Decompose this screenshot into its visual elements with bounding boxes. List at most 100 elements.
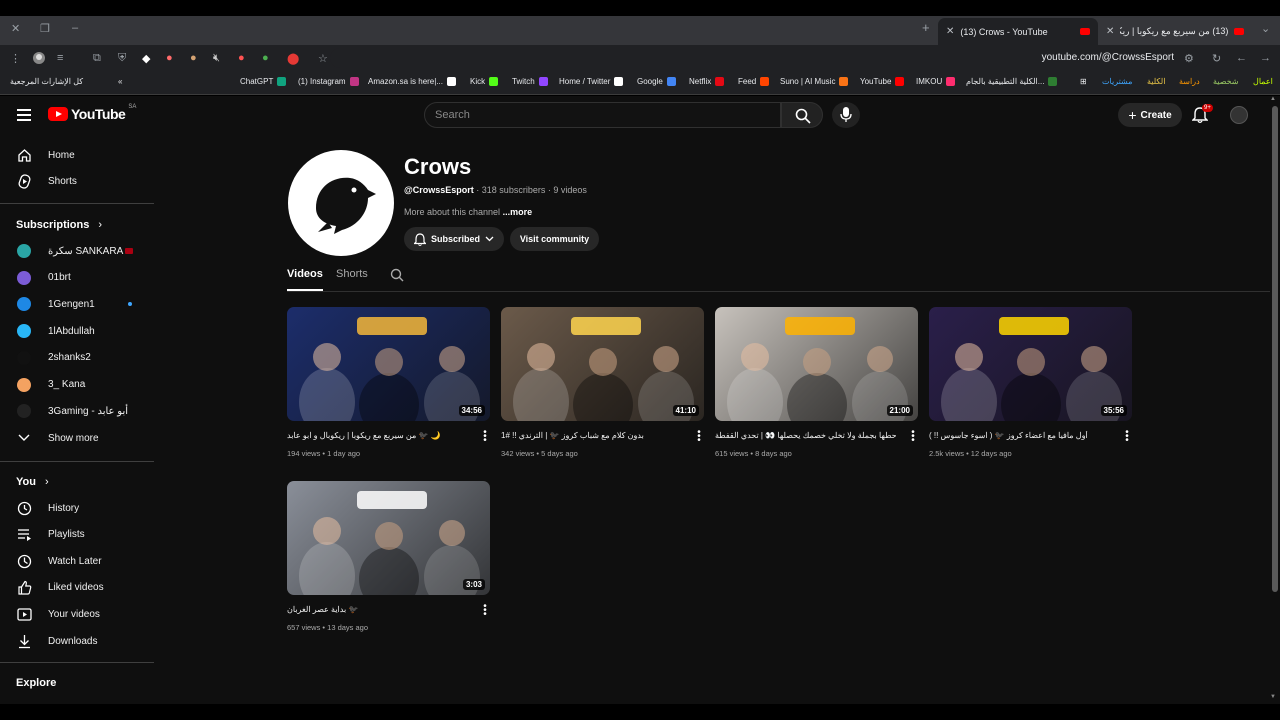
bookmark-item[interactable]: ChatGPT	[240, 77, 287, 86]
channel-about[interactable]: More about this channel ...more	[404, 207, 532, 217]
search-input[interactable]	[435, 109, 765, 121]
apps-grid-icon[interactable]: ⊞	[1080, 77, 1087, 86]
cookie-extension-icon[interactable]: ●	[190, 52, 197, 64]
video-title[interactable]: حطها بجملة ولا تخلي خصمك يحصلها 👀 | تحدي…	[715, 431, 905, 440]
bookmark-item[interactable]: الكلية التطبيقية بالجام...	[966, 77, 1058, 86]
bookmark-item[interactable]: YouTube	[860, 77, 905, 86]
channel-search-button[interactable]	[390, 268, 404, 287]
sidebar-item-watch-later[interactable]: Watch Later	[0, 548, 154, 574]
bookmark-item[interactable]: Home / Twitter	[559, 77, 624, 86]
youtube-logo[interactable]: YouTube SA	[48, 104, 136, 122]
ublock-extension-icon[interactable]: ⬤	[287, 52, 299, 65]
video-card[interactable]: 41:10 بدون كلام مع شباب كروز 🐦‍⬛ | الترند…	[501, 307, 704, 467]
restore-window-icon[interactable]: ❐	[40, 22, 50, 35]
video-thumbnail[interactable]: 34:56	[287, 307, 490, 421]
bookmark-item[interactable]: IMKOU	[916, 77, 956, 86]
close-tab-icon[interactable]: ✕	[1106, 26, 1114, 37]
scroll-down-icon[interactable]: ▼	[1270, 694, 1276, 700]
bookmark-item[interactable]: الكلية	[1147, 77, 1165, 86]
video-title[interactable]: بدون كلام مع شباب كروز 🐦‍⬛ | الترندي !! …	[501, 431, 691, 440]
video-title[interactable]: أول مافيا مع اعضاء كروز 🐦‍⬛ ( اسوء جاسوس…	[929, 431, 1119, 440]
more-actions-icon[interactable]: • • •	[482, 428, 488, 446]
bookmarks-overflow-icon[interactable]: «	[118, 77, 122, 86]
video-card[interactable]: 3:03 بداية عصر الغربان 🐦‍⬛ 657 views • 13 …	[287, 481, 490, 641]
subscription-item[interactable]: سكرة SANKARA	[0, 238, 154, 264]
tab-shorts[interactable]: Shorts	[336, 268, 368, 291]
sidebar-item-home[interactable]: Home	[0, 142, 154, 168]
tab-search-icon[interactable]: ⌄	[1261, 22, 1270, 35]
new-tab-icon[interactable]: +	[922, 20, 930, 35]
video-card[interactable]: 35:56 أول مافيا مع اعضاء كروز 🐦‍⬛ ( اسوء …	[929, 307, 1132, 467]
subscription-item[interactable]: 3Gaming - أبو عابد	[0, 398, 154, 424]
guide-menu-icon[interactable]	[17, 109, 31, 124]
close-tab-icon[interactable]: ✕	[946, 26, 954, 37]
create-button[interactable]: + Create	[1118, 103, 1182, 127]
extensions-icon[interactable]: ⧉	[93, 52, 101, 65]
red-extension-icon[interactable]: ●	[166, 52, 173, 64]
profile-icon[interactable]	[33, 52, 45, 67]
tab-videos[interactable]: Videos	[287, 268, 323, 291]
close-window-icon[interactable]: ✕	[11, 22, 20, 35]
playlist-extension-icon[interactable]: ≡	[57, 52, 63, 64]
account-avatar[interactable]	[1230, 106, 1248, 124]
bookmark-item[interactable]: (1) Instagram	[298, 77, 359, 86]
bookmark-item[interactable]: Suno | AI Music	[780, 77, 849, 86]
bookmark-star-icon[interactable]: ☆	[318, 52, 328, 65]
tab-rikoba[interactable]: ✕ (13) من سيربع مع ريكوبا | ريكوبا	[1098, 18, 1256, 45]
sidebar-item-history[interactable]: History	[0, 495, 154, 521]
subscription-item[interactable]: 2shanks2	[0, 345, 154, 371]
subscription-item[interactable]: 1Gengen1	[0, 291, 154, 317]
bookmark-item[interactable]: Netflix	[689, 77, 725, 86]
sidebar-item-downloads[interactable]: Downloads	[0, 628, 154, 654]
more-link[interactable]: ...more	[503, 207, 533, 217]
video-title[interactable]: من سيربع مع ريكوبا | ريكوبال و ابو عابد …	[287, 431, 477, 440]
sidebar-item-playlists[interactable]: Playlists	[0, 522, 154, 548]
voice-search-button[interactable]	[832, 102, 860, 128]
bookmark-item[interactable]: مشتريات	[1102, 77, 1132, 86]
address-bar[interactable]: youtube.com/@CrowssEsport	[330, 48, 1200, 68]
subscription-item[interactable]: 01brt	[0, 265, 154, 291]
subscribed-button[interactable]: Subscribed	[404, 227, 504, 251]
video-thumbnail[interactable]: 35:56	[929, 307, 1132, 421]
back-icon[interactable]: →	[1260, 52, 1271, 64]
video-card[interactable]: 21:00 حطها بجملة ولا تخلي خصمك يحصلها 👀 |…	[715, 307, 918, 467]
subscriptions-heading[interactable]: Subscriptions ›	[16, 219, 102, 231]
forward-icon[interactable]: ←	[1236, 52, 1247, 64]
tab-crows[interactable]: ✕ (13) Crows - YouTube	[938, 18, 1098, 45]
site-settings-icon[interactable]: ⚙	[1184, 52, 1194, 65]
mute-extension-icon[interactable]: 🔇︎	[213, 52, 220, 65]
bookmark-item[interactable]: كل الإشارات المرجعية	[10, 77, 83, 86]
scrollbar-thumb[interactable]	[1272, 106, 1278, 592]
bookmark-item[interactable]: شخصية	[1213, 77, 1239, 86]
you-heading[interactable]: You ›	[16, 476, 49, 488]
video-card[interactable]: 34:56 من سيربع مع ريكوبا | ريكوبال و ابو …	[287, 307, 490, 467]
scroll-up-icon[interactable]: ▲	[1270, 96, 1276, 102]
more-actions-icon[interactable]: • • •	[1124, 428, 1130, 446]
menu-dots-icon[interactable]: ⋮	[10, 52, 21, 65]
sidebar-item-your-videos[interactable]: Your videos	[0, 601, 154, 627]
green-extension-icon[interactable]: ●	[262, 52, 269, 64]
sidebar-item-shorts[interactable]: Shorts	[0, 168, 154, 194]
more-actions-icon[interactable]: • • •	[482, 602, 488, 620]
search-button[interactable]	[781, 102, 823, 128]
show-more-button[interactable]: Show more	[0, 425, 154, 451]
sidebar-item-liked-videos[interactable]: Liked videos	[0, 575, 154, 601]
video-thumbnail[interactable]: 41:10	[501, 307, 704, 421]
page-scrollbar[interactable]: ▲ ▼	[1270, 96, 1280, 720]
red-extension-2-icon[interactable]: ●	[238, 52, 245, 64]
channel-avatar[interactable]	[288, 150, 394, 256]
subscription-item[interactable]: 3_ Kana	[0, 372, 154, 398]
video-title[interactable]: بداية عصر الغربان 🐦‍⬛	[287, 605, 477, 614]
more-actions-icon[interactable]: • • •	[910, 428, 916, 446]
visit-community-button[interactable]: Visit community	[510, 227, 599, 251]
bookmark-item[interactable]: Twitch	[512, 77, 548, 86]
minimize-window-icon[interactable]: –	[72, 22, 78, 34]
bookmark-item[interactable]: اعمال	[1253, 77, 1273, 86]
reload-icon[interactable]: ↻	[1212, 52, 1221, 65]
bookmark-item[interactable]: دراسة	[1179, 77, 1200, 86]
more-actions-icon[interactable]: • • •	[696, 428, 702, 446]
bookmark-item[interactable]: Feed	[738, 77, 770, 86]
shield-extension-icon[interactable]: ⛨	[118, 52, 126, 65]
diamond-extension-icon[interactable]: ◆	[142, 52, 150, 65]
bookmark-item[interactable]: Amazon.sa is here|...	[368, 77, 456, 86]
